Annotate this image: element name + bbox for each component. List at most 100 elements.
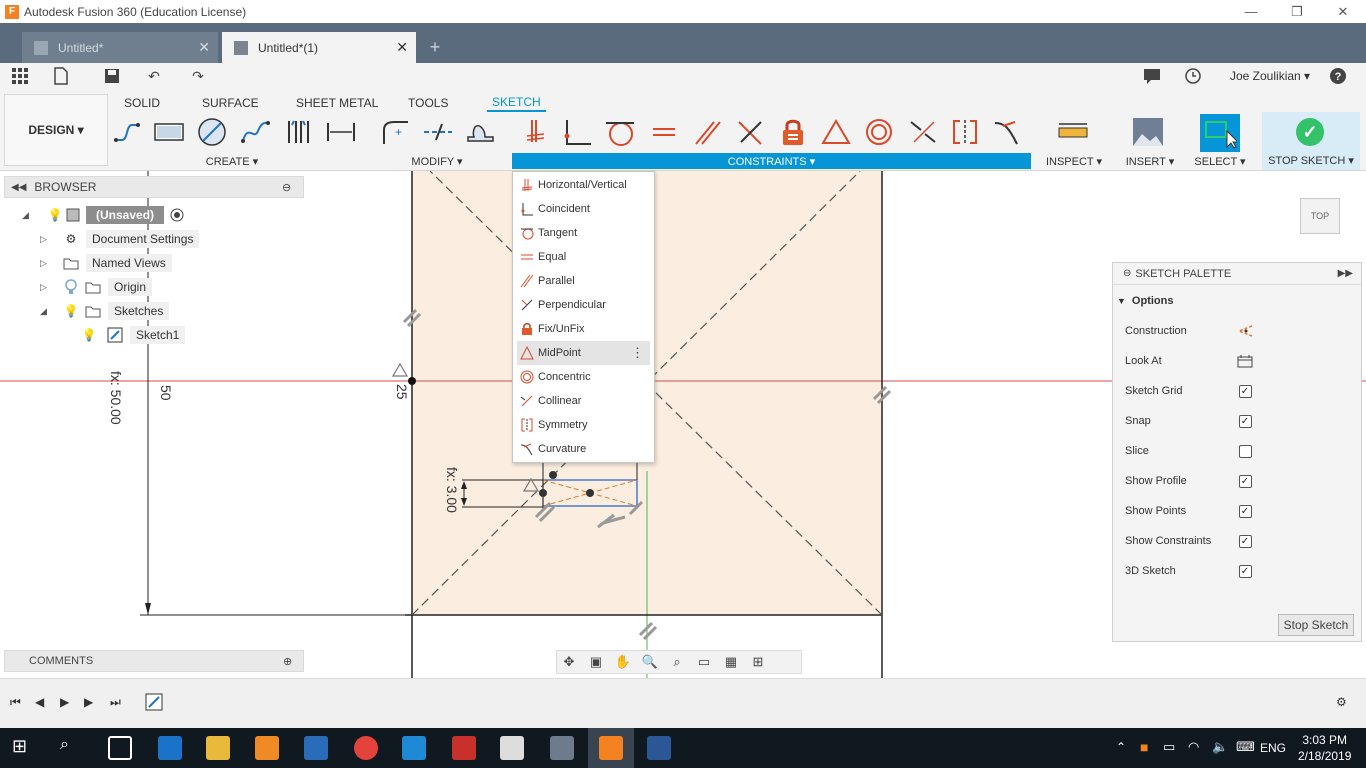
go-to-end-icon[interactable]: ⏭ xyxy=(110,695,121,710)
menu-item-horizontal-vertical[interactable]: Horizontal/Vertical xyxy=(517,173,650,197)
construction-icon[interactable] xyxy=(1237,323,1253,339)
offset-tool-icon[interactable] xyxy=(464,116,498,148)
battery-icon[interactable]: ▭ xyxy=(1163,739,1175,755)
constraints-menu-button[interactable]: CONSTRAINTS ▾ xyxy=(512,153,1031,169)
dimension-50[interactable]: 50 xyxy=(158,385,174,401)
tree-item-sketches[interactable]: ◢ 💡 Sketches xyxy=(40,300,170,322)
edge-browser-icon[interactable] xyxy=(158,736,182,760)
pan-hand-icon[interactable]: ✋ xyxy=(611,651,635,673)
menu-item-midpoint[interactable]: MidPoint ⋮ xyxy=(517,341,650,365)
inspect-menu[interactable]: INSPECT ▾ xyxy=(1044,154,1104,168)
user-account-menu[interactable]: Joe Zoulikian ▾ xyxy=(1230,69,1310,83)
slot-tool-icon[interactable] xyxy=(281,116,315,148)
menu-item-tangent[interactable]: Tangent xyxy=(517,221,650,245)
lightbulb-icon[interactable]: 💡 xyxy=(80,327,98,343)
history-clock-icon[interactable] xyxy=(1183,67,1203,85)
redo-icon[interactable]: ↷ xyxy=(188,67,208,85)
circle-tool-icon[interactable] xyxy=(195,116,229,148)
fit-icon[interactable]: ⌕ xyxy=(665,651,689,673)
collapsed-triangle-icon[interactable]: ▷ xyxy=(40,282,50,293)
close-tab-icon[interactable]: ✕ xyxy=(198,39,210,56)
volume-icon[interactable]: 🔈 xyxy=(1212,739,1228,755)
spline-tool-icon[interactable] xyxy=(238,116,272,148)
tab-tools[interactable]: TOOLS xyxy=(408,94,448,112)
activate-radio-icon[interactable] xyxy=(168,207,186,223)
show-points-checkbox[interactable]: ✓ xyxy=(1238,504,1252,518)
job-status-icon[interactable] xyxy=(1142,67,1162,85)
clock[interactable]: 3:03 PM 2/18/2019 xyxy=(1298,732,1351,764)
3d-sketch-checkbox[interactable]: ✓ xyxy=(1238,564,1252,578)
tab-sheet-metal[interactable]: SHEET METAL xyxy=(296,94,378,112)
viewports-icon[interactable]: ⊞ xyxy=(746,651,770,673)
insert-image-icon[interactable] xyxy=(1131,116,1165,148)
midpoint-icon[interactable] xyxy=(819,116,853,148)
lightbulb-icon[interactable]: 💡 xyxy=(46,207,64,223)
file-menu-icon[interactable] xyxy=(52,67,72,85)
expanded-triangle-icon[interactable]: ◢ xyxy=(22,210,32,221)
coincident-icon[interactable] xyxy=(561,116,595,148)
display-settings-icon[interactable]: ▭ xyxy=(692,651,716,673)
task-view-icon[interactable] xyxy=(108,736,132,760)
menu-item-parallel[interactable]: Parallel xyxy=(517,269,650,293)
app-icon[interactable] xyxy=(550,736,574,760)
expanded-triangle-icon[interactable]: ◢ xyxy=(40,306,50,317)
slice-checkbox[interactable] xyxy=(1238,444,1252,458)
minus-circle-icon[interactable]: ⊖ xyxy=(1123,268,1131,279)
parallel-icon[interactable] xyxy=(690,116,724,148)
minimize-button[interactable]: — xyxy=(1228,0,1274,23)
concentric-icon[interactable] xyxy=(862,116,896,148)
new-tab-button[interactable]: + xyxy=(424,32,446,63)
more-options-icon[interactable]: ⋮ xyxy=(631,345,644,361)
language-indicator[interactable]: ENG xyxy=(1260,741,1286,755)
tab-sketch[interactable]: SKETCH xyxy=(487,94,546,112)
look-at-icon[interactable] xyxy=(1237,353,1253,369)
viewcube[interactable]: TOP xyxy=(1300,198,1340,234)
stop-sketch-button[interactable]: Stop Sketch xyxy=(1278,614,1354,636)
add-comment-icon[interactable]: ⊕ xyxy=(283,655,292,668)
menu-item-curvature[interactable]: Curvature xyxy=(517,437,650,461)
tab-untitled[interactable]: Untitled* ✕ xyxy=(22,32,218,63)
sketch-dimension-icon[interactable] xyxy=(324,116,358,148)
save-icon[interactable] xyxy=(102,67,122,85)
menu-item-perpendicular[interactable]: Perpendicular xyxy=(517,293,650,317)
measure-ruler-icon[interactable] xyxy=(1056,116,1090,148)
line-tool-icon[interactable] xyxy=(110,116,144,148)
select-tool[interactable] xyxy=(1200,114,1240,152)
select-menu[interactable]: SELECT ▾ xyxy=(1192,154,1248,168)
grid-settings-icon[interactable]: ▦ xyxy=(719,651,743,673)
menu-item-fix-unfix[interactable]: Fix/UnFix xyxy=(517,317,650,341)
step-forward-icon[interactable]: ▶ xyxy=(84,695,93,709)
minus-icon[interactable]: ⊖ xyxy=(282,181,291,194)
menu-item-concentric[interactable]: Concentric xyxy=(517,365,650,389)
close-tab-icon[interactable]: ✕ xyxy=(396,39,408,56)
fusion-360-icon[interactable] xyxy=(599,736,623,760)
word-icon[interactable] xyxy=(647,736,671,760)
undo-icon[interactable]: ↶ xyxy=(144,67,164,85)
horizontal-vertical-icon[interactable] xyxy=(519,116,553,148)
timeline-settings-gear-icon[interactable]: ⚙ xyxy=(1336,695,1347,709)
lightbulb-off-icon[interactable] xyxy=(62,279,80,295)
menu-item-coincident[interactable]: Coincident xyxy=(517,197,650,221)
collapsed-triangle-icon[interactable]: ▷ xyxy=(40,258,50,269)
viewcube-face-top[interactable]: TOP xyxy=(1311,211,1329,221)
dimension-50-fx[interactable]: fx: 50.00 xyxy=(108,371,124,425)
modify-menu[interactable]: MODIFY ▾ xyxy=(400,154,474,168)
tree-item-named-views[interactable]: ▷ Named Views xyxy=(40,252,172,274)
collinear-icon[interactable] xyxy=(906,116,940,148)
menu-item-equal[interactable]: Equal xyxy=(517,245,650,269)
rectangle-tool-icon[interactable] xyxy=(152,116,186,148)
dimension-3-fx[interactable]: fx: 3.00 xyxy=(444,467,460,513)
stop-sketch-tool[interactable]: ✓ STOP SKETCH ▾ xyxy=(1262,112,1360,170)
zoom-icon[interactable]: 🔍 xyxy=(638,651,662,673)
snap-checkbox[interactable]: ✓ xyxy=(1238,414,1252,428)
perpendicular-icon[interactable] xyxy=(733,116,767,148)
menu-item-collinear[interactable]: Collinear xyxy=(517,389,650,413)
app-icon[interactable] xyxy=(452,736,476,760)
file-explorer-icon[interactable] xyxy=(206,736,230,760)
tree-item-sketch1[interactable]: 💡 Sketch1 xyxy=(78,324,186,346)
fix-unfix-icon[interactable] xyxy=(776,116,810,148)
insert-menu[interactable]: INSERT ▾ xyxy=(1124,154,1176,168)
create-menu[interactable]: CREATE ▾ xyxy=(190,154,274,168)
workspace-switcher[interactable]: DESIGN ▾ xyxy=(4,94,108,166)
tree-item-document-settings[interactable]: ▷ ⚙ Document Settings xyxy=(40,228,200,250)
